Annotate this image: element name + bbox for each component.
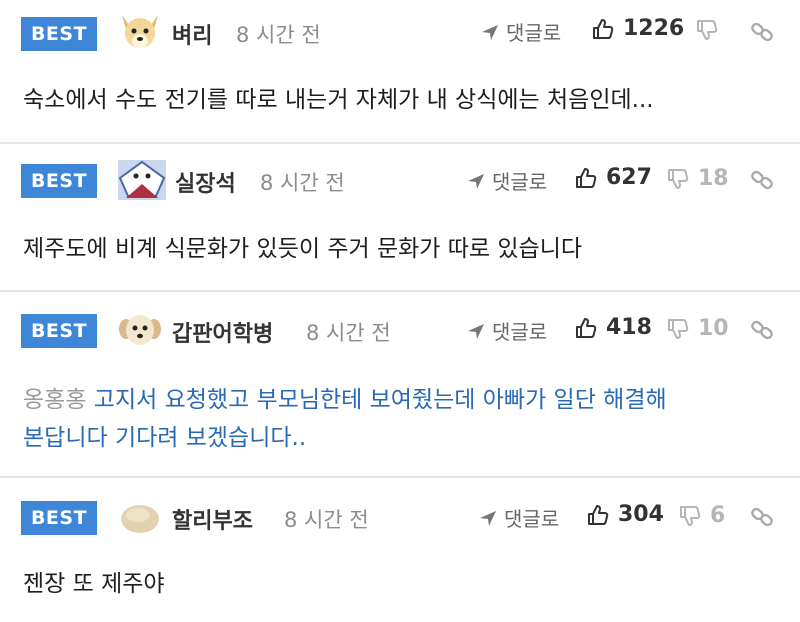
reply-label: 댓글로 [504,507,560,531]
reply-arrow-icon [468,323,484,339]
comment-item: BEST 벼리 8 시간 전 댓글로 1226 숙소에서 수도 전기를 따로 내… [0,0,800,144]
thumbs-up-icon [593,18,614,39]
thumbs-down-icon [697,20,718,40]
dislike-button[interactable] [695,18,727,42]
comment-text: 옹홍홍 고지서 요청했고 부모님한테 보여줬는데 아빠가 일단 해결해 [23,381,667,419]
avatar[interactable] [116,497,164,537]
reply-button[interactable]: 댓글로 [480,17,561,46]
thumbs-down-icon [680,505,701,526]
like-button[interactable]: 627 [574,165,652,190]
like-count: 627 [606,165,652,190]
reply-arrow-icon [480,510,496,526]
timestamp: 8 시간 전 [236,23,321,47]
nickname[interactable]: 할리부조 [172,503,253,535]
comment-text-line1: 고지서 요청했고 부모님한테 보여줬는데 아빠가 일단 해결해 [93,387,667,413]
reply-arrow-icon [482,24,498,40]
reply-button[interactable]: 댓글로 [466,166,547,195]
link-icon[interactable] [750,20,774,44]
comment-item: BEST 실장석 8 시간 전 댓글로 627 18 제주도에 비계 식문화가 … [0,144,800,292]
comment-text: 젠장 또 제주야 [23,571,165,597]
thumbs-up-icon [576,167,597,188]
best-badge: BEST [21,314,97,348]
best-badge: BEST [21,17,97,51]
best-badge: BEST [21,164,97,198]
like-button[interactable]: 304 [586,502,664,527]
nickname[interactable]: 실장석 [175,166,236,198]
thumbs-up-icon [576,317,597,338]
link-icon[interactable] [750,505,774,529]
dislike-button[interactable]: 10 [666,316,729,341]
nickname[interactable]: 벼리 [172,18,212,50]
like-button[interactable]: 1226 [591,16,684,41]
like-button[interactable]: 418 [574,315,652,340]
thumbs-down-icon [668,168,689,189]
thumbs-up-icon [588,504,609,525]
comment-item: BEST 할리부조 8 시간 전 댓글로 304 6 젠장 또 제주야 [0,478,800,622]
timestamp: 8 시간 전 [306,321,391,345]
mention-tag[interactable]: 옹홍홍 [23,387,86,413]
like-count: 418 [606,315,652,340]
comment-text: 제주도에 비계 식문화가 있듯이 주거 문화가 따로 있습니다 [23,236,583,262]
dislike-count: 6 [710,503,726,528]
best-badge: BEST [21,501,97,535]
comment-text: 숙소에서 수도 전기를 따로 내는거 자체가 내 상식에는 처음인데... [23,87,654,113]
comment-item: BEST 갑판어학병 8 시간 전 댓글로 418 10 옹홍홍 고지서 요청했… [0,292,800,478]
nickname[interactable]: 갑판어학병 [172,316,273,348]
dislike-count: 18 [698,166,729,191]
avatar[interactable] [116,11,164,51]
timestamp: 8 시간 전 [260,171,345,195]
link-icon[interactable] [750,318,774,342]
comment-text-line2: 본답니다 기다려 보겠습니다.. [23,425,307,451]
timestamp: 8 시간 전 [284,508,369,532]
avatar[interactable] [116,158,168,202]
dislike-count: 10 [698,316,729,341]
reply-button[interactable]: 댓글로 [466,316,547,345]
dislike-button[interactable]: 18 [666,166,729,191]
reply-arrow-icon [468,173,484,189]
thumbs-down-icon [668,318,689,339]
reply-label: 댓글로 [492,170,548,194]
like-count: 304 [618,502,664,527]
like-count: 1226 [623,16,685,41]
link-icon[interactable] [750,168,774,192]
reply-label: 댓글로 [506,21,562,45]
avatar[interactable] [116,309,164,349]
reply-label: 댓글로 [492,320,548,344]
dislike-button[interactable]: 6 [678,503,725,528]
reply-button[interactable]: 댓글로 [478,503,559,532]
